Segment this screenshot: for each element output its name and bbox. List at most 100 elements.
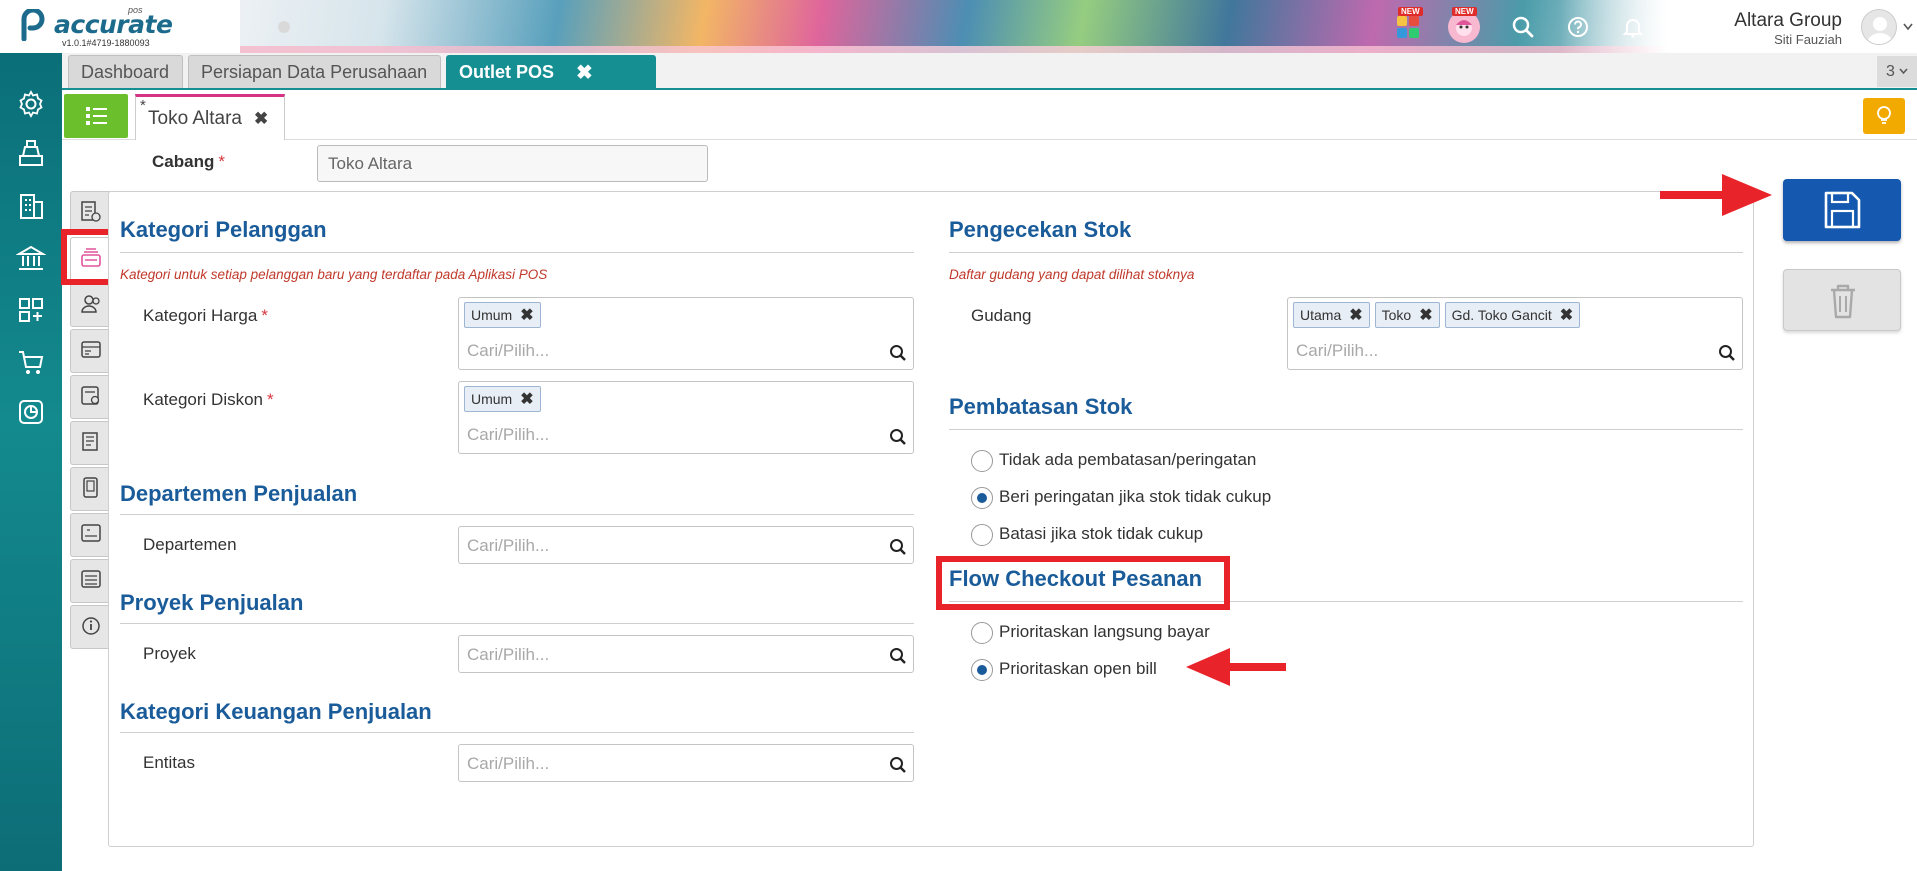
- company-name[interactable]: Altara Group: [1734, 10, 1842, 32]
- inventory-icon[interactable]: [16, 295, 46, 325]
- departemen-field[interactable]: Cari/Pilih...: [458, 526, 914, 564]
- tips-button[interactable]: [1863, 98, 1905, 134]
- apps-grid-icon: [1397, 16, 1419, 38]
- search-button[interactable]: [1508, 12, 1538, 42]
- kategori-harga-field[interactable]: Umum ✖ Cari/Pilih...: [458, 297, 914, 370]
- chip-umum: Umum ✖: [464, 302, 541, 328]
- cabang-field[interactable]: [317, 145, 708, 182]
- highlight-flow-box: [936, 556, 1230, 610]
- remove-chip-icon[interactable]: ✖: [1560, 305, 1573, 325]
- search-icon[interactable]: [889, 756, 907, 774]
- top-header: accurate pos v1.0.1#4719-1880093 NEW NEW: [0, 0, 1917, 53]
- card-list-icon: [81, 341, 101, 358]
- new-badge: NEW: [1398, 7, 1423, 16]
- section-title-keuangan: Kategori Keuangan Penjualan: [120, 699, 432, 724]
- search-icon[interactable]: [889, 647, 907, 665]
- divider: [949, 429, 1743, 430]
- record-tab-toko-altara[interactable]: * Toko Altara ✖: [135, 94, 285, 140]
- list-view-button[interactable]: [64, 94, 128, 138]
- chip-utama: Utama ✖: [1293, 302, 1370, 328]
- save-button[interactable]: [1783, 179, 1901, 241]
- vtab-display[interactable]: [70, 513, 110, 557]
- close-icon[interactable]: ✖: [254, 109, 268, 129]
- radio-pembatasan-option-1[interactable]: [971, 487, 993, 509]
- report-chart-icon[interactable]: [16, 397, 46, 427]
- search-placeholder: Cari/Pilih...: [467, 536, 550, 555]
- radio-flow-option-1[interactable]: [971, 659, 993, 681]
- remove-chip-icon[interactable]: ✖: [1419, 305, 1432, 325]
- divider: [949, 252, 1743, 253]
- vtab-device[interactable]: [70, 467, 110, 511]
- trash-icon: [1831, 284, 1855, 319]
- cart-icon[interactable]: [16, 347, 46, 377]
- building-icon[interactable]: [16, 191, 46, 221]
- vtab-receipt[interactable]: [70, 421, 110, 465]
- tab-outlet-pos[interactable]: Outlet POS ✖: [446, 55, 656, 88]
- form-panel: [108, 191, 1754, 847]
- radio-pembatasan-option-2[interactable]: [971, 524, 993, 546]
- search-placeholder: Cari/Pilih...: [1296, 341, 1379, 360]
- monitor-icon: [81, 524, 101, 542]
- radio-label: Prioritaskan langsung bayar: [999, 622, 1210, 641]
- user-avatar[interactable]: [1861, 9, 1897, 45]
- search-icon[interactable]: [889, 428, 907, 446]
- vtab-users[interactable]: [70, 283, 110, 327]
- search-placeholder: Cari/Pilih...: [467, 754, 550, 773]
- search-icon[interactable]: [889, 538, 907, 556]
- delete-button[interactable]: [1783, 269, 1901, 331]
- cashier-icon[interactable]: [16, 138, 46, 168]
- radio-label: Batasi jika stok tidak cukup: [999, 524, 1204, 543]
- settings-gear-icon[interactable]: [16, 89, 46, 119]
- kategori-diskon-label: Kategori Diskon *: [143, 390, 274, 409]
- search-placeholder: Cari/Pilih...: [467, 341, 550, 360]
- help-icon: [1568, 17, 1588, 37]
- divider: [120, 732, 914, 733]
- remove-chip-icon[interactable]: ✖: [520, 305, 533, 325]
- users-icon: [81, 295, 100, 313]
- chip-list: Utama ✖ Toko ✖ Gd. Toko Gancit ✖: [1293, 302, 1585, 328]
- kategori-diskon-field[interactable]: Umum ✖ Cari/Pilih...: [458, 381, 914, 454]
- search-placeholder: Cari/Pilih...: [467, 425, 550, 444]
- vtab-payment[interactable]: [70, 329, 110, 373]
- bell-icon: [1622, 19, 1644, 38]
- header-decoration-stripe: [240, 46, 1690, 53]
- help-button[interactable]: [1563, 12, 1593, 42]
- remove-chip-icon[interactable]: ✖: [520, 389, 533, 409]
- vtab-printer[interactable]: [70, 375, 110, 419]
- entitas-field[interactable]: Cari/Pilih...: [458, 744, 914, 782]
- chevron-down-icon[interactable]: [1903, 23, 1913, 31]
- search-icon[interactable]: [889, 344, 907, 362]
- tab-persiapan-data[interactable]: Persiapan Data Perusahaan: [188, 55, 441, 88]
- divider: [120, 623, 914, 624]
- apps-button[interactable]: [1393, 12, 1423, 42]
- proyek-field[interactable]: Cari/Pilih...: [458, 635, 914, 673]
- section-desc-kategori-pelanggan: Kategori untuk setiap pelanggan baru yan…: [120, 267, 548, 282]
- tab-count-dropdown[interactable]: 3: [1877, 56, 1917, 87]
- user-name: Siti Fauziah: [1774, 32, 1842, 47]
- required-mark: *: [267, 390, 274, 409]
- tablet-icon: [83, 477, 98, 498]
- remove-chip-icon[interactable]: ✖: [1349, 305, 1362, 325]
- unsaved-mark: *: [140, 97, 146, 114]
- app-version: v1.0.1#4719-1880093: [62, 38, 150, 48]
- search-icon[interactable]: [1718, 344, 1736, 362]
- gudang-field[interactable]: Utama ✖ Toko ✖ Gd. Toko Gancit ✖ Cari/Pilih…: [1287, 297, 1743, 370]
- chip-toko: Toko ✖: [1374, 302, 1440, 328]
- radio-pembatasan-option-0[interactable]: [971, 450, 993, 472]
- divider: [120, 514, 914, 515]
- radio-label: Tidak ada pembatasan/peringatan: [999, 450, 1257, 469]
- list-table-icon: [81, 570, 101, 588]
- vtab-info[interactable]: [70, 605, 110, 649]
- radio-flow-option-0[interactable]: [971, 622, 993, 644]
- info-icon: [82, 617, 100, 635]
- tab-dashboard[interactable]: Dashboard: [68, 55, 183, 88]
- close-icon[interactable]: ✖: [576, 60, 593, 85]
- chip-umum: Umum ✖: [464, 386, 541, 412]
- bank-icon[interactable]: [16, 243, 46, 273]
- notification-button[interactable]: [1618, 12, 1648, 42]
- vtab-list[interactable]: [70, 559, 110, 603]
- section-title-proyek: Proyek Penjualan: [120, 590, 304, 615]
- search-icon: [1512, 16, 1534, 38]
- tab-label: Dashboard: [81, 61, 170, 82]
- logo-sub: pos: [128, 5, 143, 15]
